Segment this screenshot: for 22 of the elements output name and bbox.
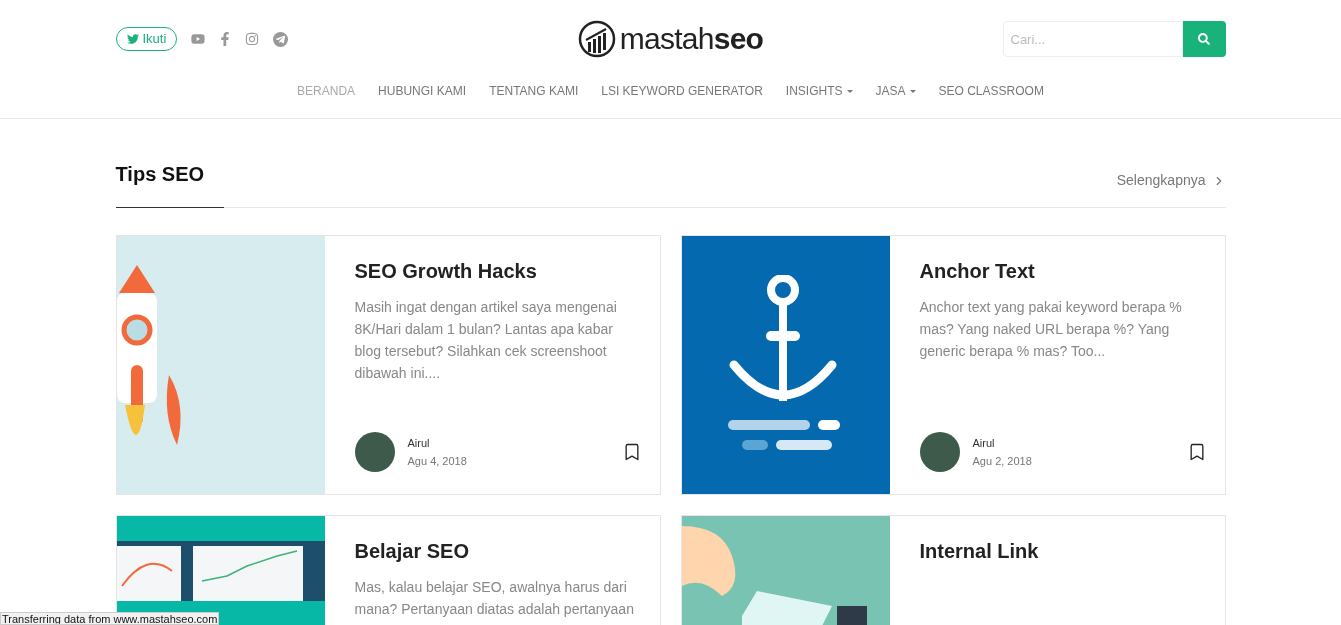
more-link[interactable]: Selengkapnya (1116, 170, 1226, 207)
nav-link[interactable]: TENTANG KAMI (489, 82, 579, 100)
section-title: Tips SEO (115, 159, 225, 208)
post-date: Agu 2, 2018 (972, 454, 1032, 469)
post-excerpt: Anchor text yang pakai keyword berapa % mas? Yang naked URL berapa %? Yang generic berapa % mas? Too... (919, 298, 1183, 361)
nav-link[interactable]: INSIGHTS (785, 82, 853, 100)
site-logo[interactable]: mastahseo (577, 20, 764, 58)
post-excerpt: Mas, kalau belajar SEO, awalnya harus dari mana? Pertanyaan diatas adalah pertanyaan (354, 578, 635, 619)
author-name[interactable]: Airul (972, 434, 1032, 451)
nav-link[interactable]: SEO CLASSROOM (938, 82, 1044, 100)
post-title[interactable]: Anchor Text (919, 258, 1207, 284)
nav-link[interactable]: JASA (875, 82, 916, 100)
post-date: Agu 4, 2018 (407, 454, 467, 469)
post-excerpt: Masih ingat dengan artikel saya mengenai 8K/Hari dalam 1 bulan? Lantas apa kabar blog tersebut? Silahkan cek screenshoot dibawah ini.... (354, 298, 618, 383)
author-name[interactable]: Airul (407, 434, 467, 451)
nav-link[interactable]: HUBUNGI KAMI (378, 82, 467, 100)
logo-text: mastahseo (619, 24, 764, 54)
post-title[interactable]: Belajar SEO (354, 538, 642, 564)
post-title[interactable]: SEO Growth Hacks (354, 258, 642, 284)
post-title[interactable]: Internal Link (919, 538, 1207, 564)
search-field[interactable]: Cari... (1002, 21, 1183, 57)
nav-link[interactable]: LSI KEYWORD GENERATOR (601, 82, 763, 100)
